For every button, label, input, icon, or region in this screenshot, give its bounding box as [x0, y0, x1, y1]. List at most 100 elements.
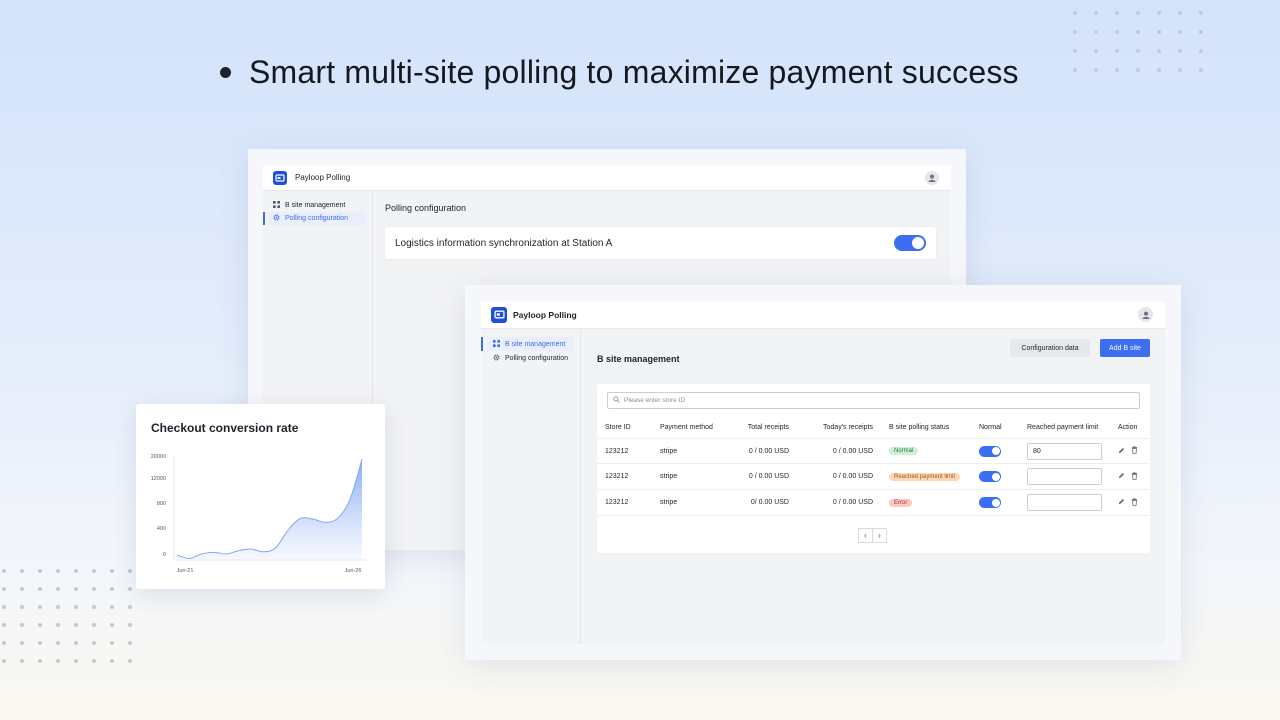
- dot: [1178, 11, 1182, 15]
- dot: [2, 659, 6, 663]
- dot: [128, 587, 132, 591]
- table-header: Store ID Payment method Total receipts T…: [597, 416, 1150, 438]
- dot: [1199, 68, 1203, 72]
- page-title: Polling configuration: [385, 203, 467, 213]
- dot: [92, 605, 96, 609]
- bullet-icon: [220, 66, 231, 78]
- delete-icon[interactable]: [1131, 471, 1138, 482]
- chart-area: [177, 459, 362, 559]
- y-tick-label: 400: [157, 526, 166, 532]
- gear-icon: [493, 354, 500, 363]
- sidebar-item-label: B site management: [285, 202, 346, 209]
- payment-limit-input[interactable]: 80: [1027, 442, 1102, 460]
- dot: [38, 623, 42, 627]
- dot: [56, 641, 60, 645]
- dot: [128, 623, 132, 627]
- dot: [1115, 30, 1119, 34]
- avatar-icon[interactable]: [925, 171, 939, 185]
- table-row: 123212 stripe 0 / 0.00 USD 0 / 0.00 USD …: [597, 438, 1150, 464]
- pager-prev-button[interactable]: ‹: [858, 528, 873, 543]
- dot: [2, 569, 6, 573]
- payment-method-cell: stripe: [660, 473, 678, 480]
- setting-label: Logistics information synchronization at…: [395, 237, 613, 249]
- column-header: B site polling status: [889, 423, 950, 431]
- dot: [92, 659, 96, 663]
- table-row: 123212 stripe 0/ 0.00 USD 0 / 0.00 USD E…: [597, 490, 1150, 516]
- dot: [56, 587, 60, 591]
- dot: [74, 641, 78, 645]
- chart-card: Checkout conversion rate 20000 12000 800 40…: [136, 404, 385, 589]
- sidebar-item-label: Polling configuration: [505, 354, 569, 362]
- pager-next-button[interactable]: ›: [872, 528, 887, 543]
- sidebar-item-b-site-management[interactable]: B site management: [269, 199, 366, 212]
- todays-receipts-cell: 0 / 0.00 USD: [832, 473, 873, 480]
- headline: Smart multi-site polling to maximize pay…: [220, 52, 1120, 92]
- dot: [74, 623, 78, 627]
- dot: [1199, 11, 1203, 15]
- dot: [1178, 68, 1182, 72]
- dot: [92, 623, 96, 627]
- sidebar-item-polling-configuration[interactable]: Polling configuration: [487, 351, 574, 365]
- dot: [110, 623, 114, 627]
- total-receipts-cell: 0 / 0.00 USD: [748, 447, 789, 455]
- sidebar-item-b-site-management[interactable]: B site management: [481, 337, 574, 351]
- delete-icon[interactable]: [1131, 446, 1138, 456]
- decorative-dots-bottom-left: [2, 569, 132, 663]
- dot: [1073, 30, 1077, 34]
- dot: [92, 569, 96, 573]
- dot: [20, 659, 24, 663]
- column-header: Normal: [979, 423, 1002, 431]
- y-tick-label: 12000: [151, 476, 166, 482]
- store-id-cell: 123212: [605, 499, 629, 506]
- app-title: Payloop Polling: [295, 173, 351, 182]
- front-sidebar: B site management Polling configuration: [481, 329, 581, 644]
- dot: [2, 605, 6, 609]
- delete-icon[interactable]: [1131, 497, 1138, 508]
- setting-toggle[interactable]: [894, 235, 926, 251]
- dot: [1136, 68, 1140, 72]
- edit-icon[interactable]: [1118, 498, 1125, 507]
- dot: [20, 569, 24, 573]
- add-b-site-button[interactable]: Add B site: [1100, 339, 1150, 357]
- column-header: Payment method: [660, 423, 713, 431]
- gear-icon: [273, 214, 280, 223]
- configuration-data-button[interactable]: Configuration data: [1010, 339, 1090, 357]
- dot: [1136, 30, 1140, 34]
- app-title: Payloop Polling: [513, 309, 577, 320]
- normal-toggle[interactable]: [979, 445, 1001, 457]
- payment-limit-input[interactable]: [1027, 468, 1102, 485]
- column-header: Store ID: [605, 423, 631, 431]
- app-logo-icon: [491, 306, 507, 323]
- dot: [1199, 49, 1203, 53]
- setting-card: Logistics information synchronization at…: [385, 227, 936, 259]
- dot: [92, 641, 96, 645]
- table-row: 123212 stripe 0 / 0.00 USD 0 / 0.00 USD …: [597, 464, 1150, 490]
- dot: [128, 605, 132, 609]
- dot: [38, 641, 42, 645]
- y-tick-label: 20000: [151, 454, 166, 460]
- status-badge: Normal: [889, 447, 919, 455]
- status-badge: Reached payment limit: [889, 472, 961, 481]
- back-topbar: Payloop Polling: [263, 165, 951, 191]
- dot: [1199, 30, 1203, 34]
- normal-toggle[interactable]: [979, 471, 1001, 482]
- payment-limit-input[interactable]: [1027, 494, 1102, 511]
- normal-toggle[interactable]: [979, 497, 1001, 508]
- dot: [1178, 49, 1182, 53]
- dot: [20, 641, 24, 645]
- total-receipts-cell: 0/ 0.00 USD: [750, 499, 789, 506]
- edit-icon[interactable]: [1118, 472, 1125, 481]
- payment-method-cell: stripe: [660, 499, 678, 506]
- search-input[interactable]: Please enter store ID: [607, 392, 1140, 409]
- sidebar-item-label: Polling configuration: [285, 215, 349, 222]
- avatar-icon[interactable]: [1138, 307, 1153, 322]
- dot: [56, 623, 60, 627]
- y-tick-label: 0: [163, 552, 166, 558]
- dot: [1157, 30, 1161, 34]
- dot: [128, 659, 132, 663]
- sidebar-item-polling-configuration[interactable]: Polling configuration: [263, 212, 366, 225]
- x-tick-label: Jun-21: [177, 568, 194, 574]
- store-id-cell: 123212: [605, 447, 629, 455]
- edit-icon[interactable]: [1118, 447, 1125, 456]
- dot: [1136, 49, 1140, 53]
